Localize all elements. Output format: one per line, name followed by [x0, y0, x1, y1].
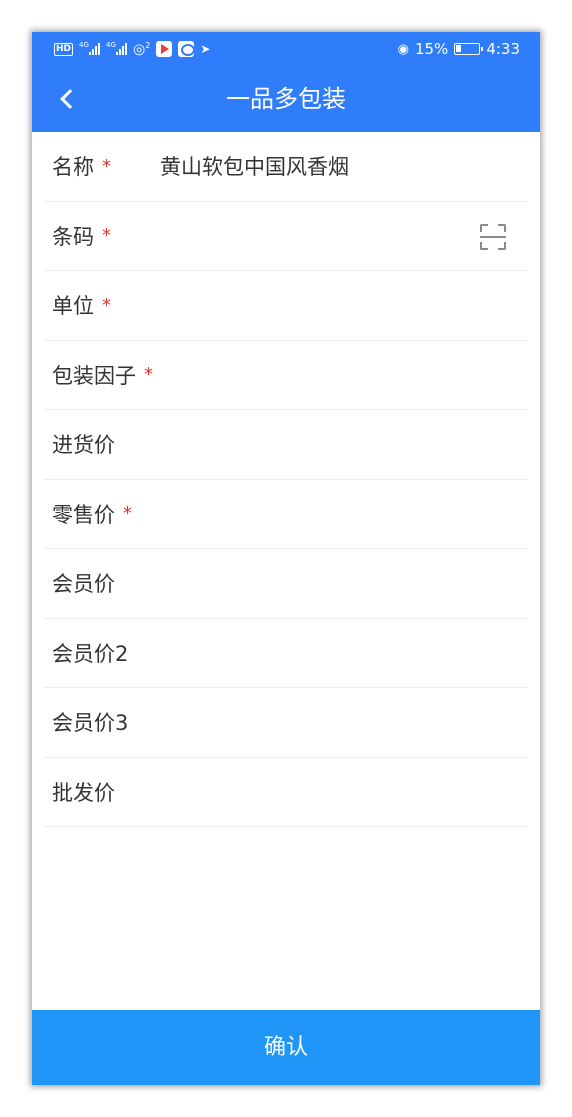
battery-icon — [454, 43, 484, 55]
field-label: 名称 — [52, 155, 94, 180]
wifi-badge: 2 — [145, 40, 151, 50]
field-label: 条码 — [52, 224, 94, 249]
required-mark: * — [102, 225, 111, 247]
scan-icon[interactable] — [480, 223, 506, 250]
page-title: 一品多包装 — [226, 85, 346, 113]
wifi-icon: ◎2 — [133, 40, 151, 58]
location-pin-icon: ➤ — [200, 42, 211, 56]
status-time: 4:33 — [486, 40, 520, 58]
field-label: 单位 — [52, 294, 94, 319]
field-member-price-2[interactable]: 会员价2 — [44, 619, 528, 688]
field-name[interactable]: 名称 * 黄山软包中国风香烟 — [44, 132, 528, 202]
chevron-left-icon — [60, 89, 80, 109]
field-member-price-3[interactable]: 会员价3 — [44, 688, 528, 758]
field-label: 零售价 — [52, 502, 115, 527]
phone-screen: HD 4G 4G ◎2 ➤ ◉ 15% 4:33 一品多包装 名称 * 黄山软包… — [32, 32, 540, 1085]
status-right: ◉ 15% 4:33 — [398, 40, 520, 58]
signal-icon: 4G — [79, 41, 101, 55]
camera-app-icon — [178, 41, 196, 57]
field-retail-price[interactable]: 零售价 * — [44, 480, 528, 549]
field-unit[interactable]: 单位 * — [44, 271, 528, 341]
eye-icon: ◉ — [397, 41, 409, 57]
header-bar: 一品多包装 — [32, 66, 540, 132]
field-member-price[interactable]: 会员价 — [44, 549, 528, 619]
field-wholesale-price[interactable]: 批发价 — [44, 758, 528, 827]
required-mark: * — [123, 503, 132, 525]
field-barcode[interactable]: 条码 * — [44, 202, 528, 271]
field-label: 进货价 — [52, 433, 115, 458]
required-mark: * — [144, 364, 153, 386]
signal-icon-2: 4G — [106, 41, 128, 55]
signal-tag-2: 4G — [106, 41, 116, 49]
video-app-icon — [156, 41, 173, 57]
field-label: 包装因子 — [52, 363, 136, 388]
field-label: 批发价 — [52, 780, 115, 805]
hd-icon: HD — [54, 42, 74, 56]
field-label: 会员价 — [52, 572, 115, 597]
field-package-factor[interactable]: 包装因子 * — [44, 341, 528, 410]
back-button[interactable] — [50, 82, 84, 116]
name-value[interactable]: 黄山软包中国风香烟 — [160, 151, 349, 181]
confirm-button[interactable]: 确认 — [32, 1010, 540, 1085]
field-label: 会员价2 — [52, 641, 129, 666]
status-bar: HD 4G 4G ◎2 ➤ ◉ 15% 4:33 — [32, 32, 540, 66]
field-purchase-price[interactable]: 进货价 — [44, 410, 528, 480]
required-mark: * — [102, 155, 111, 177]
status-left: HD 4G 4G ◎2 ➤ — [54, 40, 211, 58]
packaging-form: 名称 * 黄山软包中国风香烟 条码 * 单位 * 包装因子 * 进货价 零售价 … — [32, 132, 540, 827]
signal-tag: 4G — [79, 41, 89, 49]
required-mark: * — [102, 294, 111, 316]
battery-percent: 15% — [414, 40, 449, 58]
field-label: 会员价3 — [52, 711, 129, 736]
